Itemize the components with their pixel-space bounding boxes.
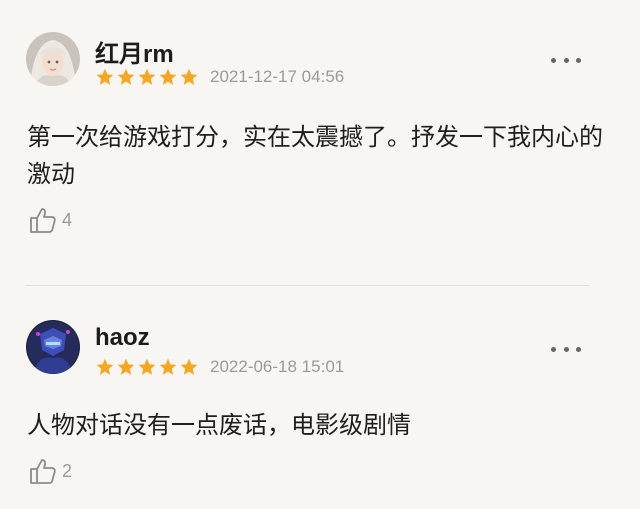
like-count: 2	[62, 460, 73, 481]
user-avatar[interactable]	[26, 320, 80, 374]
rating-stars	[95, 357, 200, 377]
review-date: 2021-12-17 04:56	[210, 67, 345, 86]
review-content: 第一次给游戏打分，实在太震撼了。抒发一下我内心的激动	[27, 123, 603, 188]
like-count: 4	[62, 209, 73, 230]
more-dot-icon	[576, 346, 581, 352]
review-divider	[26, 285, 589, 286]
star-icon	[117, 358, 135, 375]
username[interactable]: 红月rm	[95, 34, 174, 69]
rating-stars	[95, 67, 200, 87]
thumbs-up-icon	[30, 459, 56, 484]
review-content: 人物对话没有一点废话，电影级剧情	[27, 411, 411, 439]
star-icon	[96, 358, 114, 375]
star-icon	[180, 68, 198, 85]
avatar-silver-haired-girl-icon	[26, 32, 80, 86]
like-button[interactable]: 2	[28, 456, 72, 486]
thumbs-up-icon	[30, 208, 56, 233]
star-icon	[96, 68, 114, 85]
star-icon	[138, 68, 156, 85]
star-icon	[138, 358, 156, 375]
more-dot-icon	[551, 57, 556, 63]
user-avatar[interactable]	[26, 32, 80, 86]
more-options-button[interactable]	[551, 56, 581, 64]
review-meta: 2022-06-18 15:01	[95, 356, 344, 378]
avatar-blue-mech-icon	[26, 320, 80, 374]
star-icon	[117, 68, 135, 85]
review-date: 2022-06-18 15:01	[210, 357, 345, 376]
like-button[interactable]: 4	[28, 205, 72, 235]
more-dot-icon	[551, 346, 556, 352]
more-dot-icon	[563, 57, 569, 63]
more-dot-icon	[563, 346, 569, 352]
more-dot-icon	[576, 57, 581, 63]
more-options-button[interactable]	[551, 345, 581, 353]
star-icon	[159, 358, 177, 375]
review-meta: 2021-12-17 04:56	[95, 66, 344, 88]
star-icon	[159, 68, 177, 85]
star-icon	[180, 358, 198, 375]
username[interactable]: haoz	[95, 324, 150, 352]
